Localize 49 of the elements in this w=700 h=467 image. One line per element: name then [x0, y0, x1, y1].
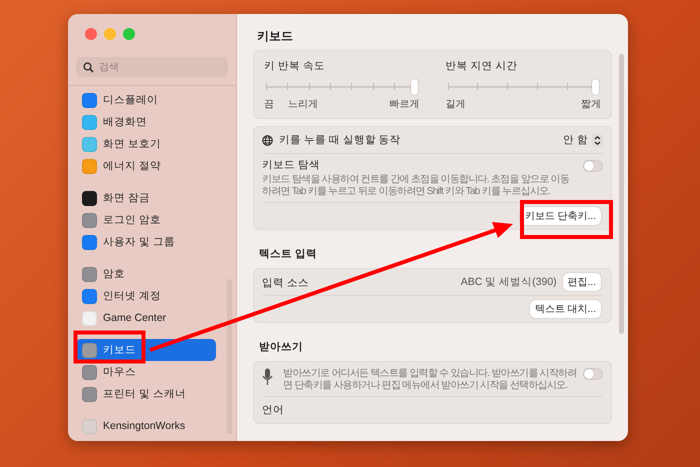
slider-thumb[interactable] — [410, 79, 418, 95]
scrollbar[interactable] — [619, 54, 624, 334]
row-label: 키보드 탐색 — [262, 158, 321, 172]
microphone-icon — [262, 368, 273, 386]
highlight-frame — [74, 330, 146, 364]
push-button[interactable]: 편집... — [562, 273, 601, 291]
sidebar-item[interactable]: 프린터 및 스캐너 — [76, 383, 216, 405]
scrollbar[interactable] — [227, 279, 232, 434]
row-value: ABC 및 세벌식(390) — [460, 275, 557, 289]
toggle-switch[interactable] — [583, 160, 603, 172]
slider-label: 반복 지연 시간 — [446, 59, 518, 73]
sidebar-item[interactable]: 화면 잠금 — [76, 187, 216, 209]
sidebar-item[interactable]: 배경화면 — [76, 111, 216, 133]
toggle-switch[interactable] — [583, 368, 603, 380]
scale-label: 느리게 — [288, 98, 318, 111]
sidebar-item[interactable]: Game Center — [76, 307, 216, 329]
scale-label: 길게 — [446, 98, 466, 111]
row-label: 입력 소스 — [262, 277, 309, 289]
popup-button[interactable]: 안 함 — [563, 133, 603, 147]
scale-label: 끔 — [264, 98, 274, 111]
scale-label: 짧게 — [581, 98, 601, 111]
chevron-updown-icon — [592, 134, 603, 146]
push-button[interactable]: 텍스트 대치... — [530, 300, 601, 318]
scale-label: 빠르게 — [390, 98, 420, 111]
window-control-button[interactable] — [104, 28, 116, 40]
description-text: 키보드 탐색을 사용하여 컨트롤 간에 초점을 이동합니다. 초점을 앞으로 이동하려면 Tab 키를 누르고 뒤로 이동하려면 Shift 키와 Tab 키를 누르십시오. — [262, 174, 570, 198]
slider[interactable] — [448, 79, 597, 95]
sidebar-item[interactable]: 암호 — [76, 263, 216, 285]
window-control-button[interactable] — [123, 28, 135, 40]
sidebar-item[interactable]: 사용자 및 그룹 — [76, 231, 216, 253]
sidebar-item[interactable]: 로그인 암호 — [76, 209, 216, 231]
sidebar-item[interactable]: 에너지 절약 — [76, 155, 216, 177]
sidebar-item[interactable]: 화면 보호기 — [76, 133, 216, 155]
slider-thumb[interactable] — [592, 79, 599, 95]
sidebar-item[interactable]: 마우스 — [76, 361, 216, 383]
page-title: 키보드 — [256, 28, 294, 40]
globe-icon — [262, 134, 273, 146]
slider-label: 키 반복 속도 — [264, 59, 326, 73]
window-control-button[interactable] — [85, 28, 97, 40]
sidebar-item[interactable]: 디스플레이 — [76, 89, 216, 111]
row-label: 키를 누를 때 실행할 동작 — [279, 133, 402, 147]
sidebar-item[interactable]: KensingtonWorks — [76, 415, 216, 437]
row-label: 언어 — [262, 403, 284, 417]
section-heading: 텍스트 입력 — [258, 247, 318, 261]
slider[interactable] — [266, 79, 416, 95]
sidebar-item[interactable]: 인터넷 계정 — [76, 285, 216, 307]
search-field[interactable]: 검색 — [76, 57, 228, 77]
section-heading: 받아쓰기 — [258, 340, 304, 354]
description-text: 받아쓰기로 어디서든 텍스트를 입력할 수 있습니다. 받아쓰기를 시작하려면 단축키를 사용하거나 편집 메뉴에서 받아쓰기 시작을 선택하십시오. — [283, 368, 577, 392]
